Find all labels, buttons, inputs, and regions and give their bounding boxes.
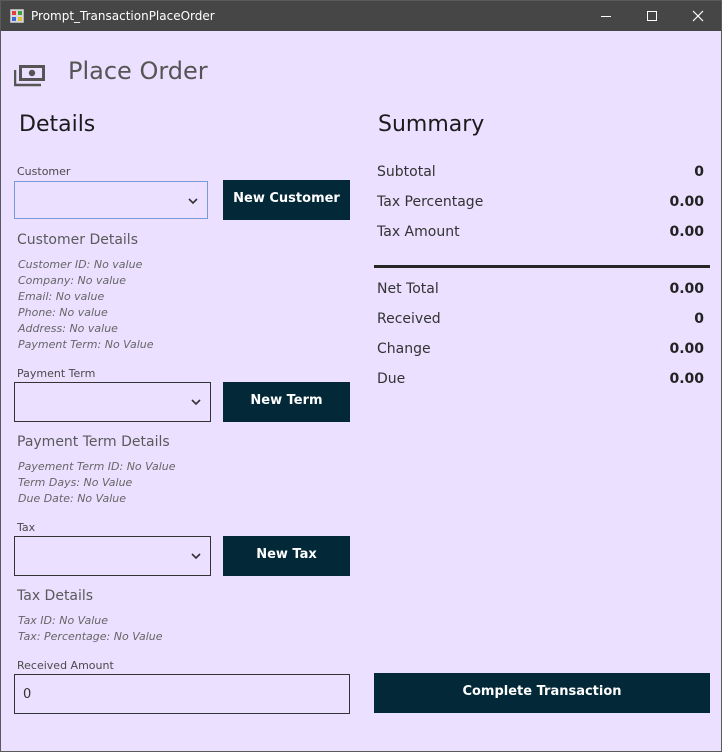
payment-term-detail-line: Term Days: No Value (18, 476, 133, 489)
app-icon (10, 9, 24, 23)
tax-amount-value: 0.00 (669, 224, 704, 240)
payment-term-label: Payment Term (17, 367, 96, 380)
tax-details-heading: Tax Details (17, 588, 94, 604)
customer-combobox[interactable] (14, 181, 208, 219)
due-label: Due (377, 371, 406, 387)
payment-term-detail-line: Payement Term ID: No Value (18, 460, 176, 473)
subtotal-value: 0 (694, 164, 704, 180)
received-value: 0 (694, 311, 704, 327)
window-title: Prompt_TransactionPlaceOrder (31, 9, 215, 23)
close-button[interactable] (675, 1, 721, 31)
tax-percentage-value: 0.00 (669, 194, 704, 210)
customer-details-heading: Customer Details (17, 232, 138, 248)
tax-detail-line: Tax: Percentage: No Value (18, 630, 163, 643)
summary-divider (374, 265, 710, 268)
change-label: Change (377, 341, 431, 357)
customer-detail-line: Customer ID: No value (18, 258, 143, 271)
chevron-down-icon (188, 198, 198, 205)
page-title: Place Order (68, 57, 208, 85)
payment-term-combobox[interactable] (14, 382, 211, 422)
received-amount-input[interactable]: 0 (14, 674, 350, 714)
payment-term-details-heading: Payment Term Details (17, 434, 170, 450)
new-customer-button[interactable]: New Customer (223, 180, 350, 220)
close-icon (692, 10, 704, 22)
customer-detail-line: Payment Term: No Value (18, 338, 154, 351)
payment-term-detail-line: Due Date: No Value (18, 492, 127, 505)
maximize-icon (647, 11, 657, 21)
net-total-label: Net Total (377, 281, 439, 297)
new-tax-button[interactable]: New Tax (223, 536, 350, 576)
tax-detail-line: Tax ID: No Value (18, 614, 109, 627)
customer-detail-line: Phone: No value (18, 306, 108, 319)
received-amount-label: Received Amount (17, 659, 114, 672)
new-term-button[interactable]: New Term (223, 382, 350, 422)
maximize-button[interactable] (629, 1, 675, 31)
customer-detail-line: Address: No value (18, 322, 118, 335)
due-value: 0.00 (669, 371, 704, 387)
details-heading: Details (19, 112, 96, 137)
minimize-button[interactable] (583, 1, 629, 31)
tax-percentage-label: Tax Percentage (377, 194, 484, 210)
change-value: 0.00 (669, 341, 704, 357)
chevron-down-icon (191, 553, 201, 560)
complete-transaction-button[interactable]: Complete Transaction (374, 673, 710, 713)
customer-label: Customer (17, 165, 71, 178)
chevron-down-icon (191, 399, 201, 406)
subtotal-label: Subtotal (377, 164, 436, 180)
customer-detail-line: Email: No value (18, 290, 105, 303)
tax-label: Tax (17, 521, 36, 534)
summary-heading: Summary (378, 112, 485, 137)
customer-detail-line: Company: No value (18, 274, 127, 287)
tax-combobox[interactable] (14, 536, 211, 576)
minimize-icon (601, 16, 611, 17)
place-order-window: Prompt_TransactionPlaceOrder Place Order… (0, 0, 722, 752)
net-total-value: 0.00 (669, 281, 704, 297)
money-icon (14, 65, 45, 87)
title-bar: Prompt_TransactionPlaceOrder (1, 1, 721, 31)
received-label: Received (377, 311, 441, 327)
tax-amount-label: Tax Amount (377, 224, 460, 240)
